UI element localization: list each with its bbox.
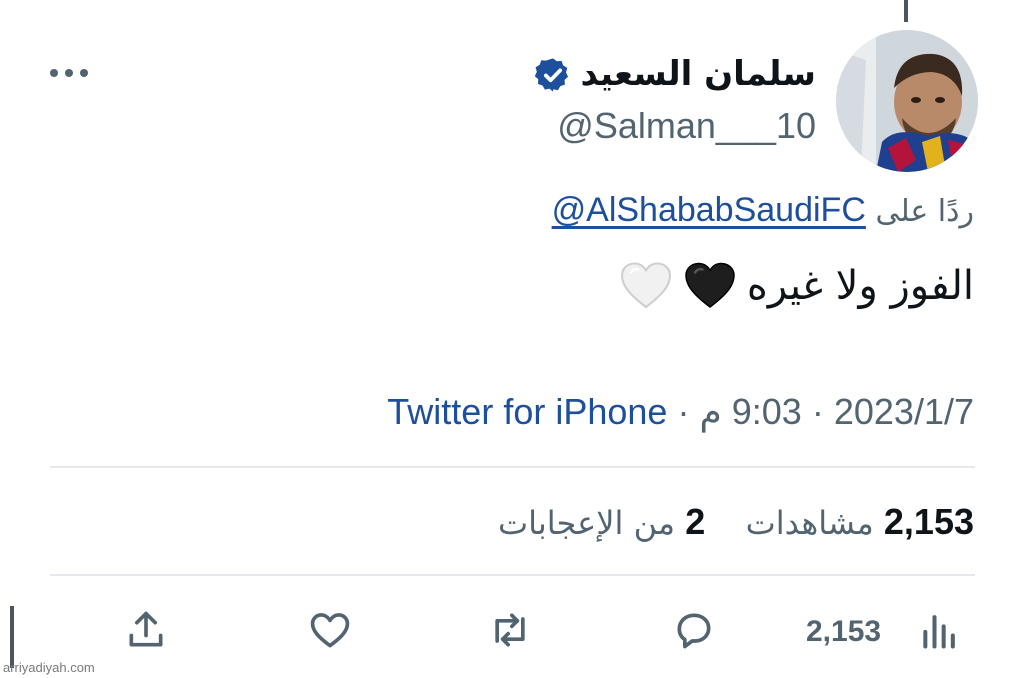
- tweet-metadata: 2023/1/7 · 9:03 م · Twitter for iPhone: [387, 388, 974, 436]
- share-icon[interactable]: [124, 608, 168, 652]
- divider-top: [50, 466, 975, 468]
- views-count: 2,153: [883, 501, 974, 542]
- avatar[interactable]: [836, 30, 978, 172]
- reply-to-handle-link[interactable]: @AlShababSaudiFC: [552, 191, 866, 229]
- watermark: arriyadiyah.com: [3, 660, 95, 675]
- verified-badge-icon: [534, 58, 569, 92]
- black-heart-icon: [685, 262, 735, 308]
- avatar-image: [836, 30, 978, 172]
- meta-separator: ·: [811, 391, 824, 432]
- views-label: مشاهدات: [745, 504, 874, 542]
- more-options-icon[interactable]: [50, 58, 88, 88]
- meta-separator-2: ·: [677, 391, 690, 432]
- tweet-time[interactable]: 9:03 م: [699, 391, 801, 432]
- tweet-detail: سلمان السعيد @Salman___10 ردًا على @AlSh…: [0, 0, 1024, 678]
- retweet-icon[interactable]: [488, 608, 532, 652]
- views-icon[interactable]: [918, 608, 962, 652]
- tweet-text-content: الفوز ولا غيره: [746, 263, 974, 309]
- views-count-action: 2,153: [806, 615, 882, 648]
- reply-prefix: ردًا على: [875, 194, 974, 229]
- likes-label[interactable]: من الإعجابات: [498, 504, 675, 542]
- thread-connector-line: [904, 0, 908, 22]
- divider-bottom: [50, 574, 975, 576]
- tweet-text: الفوز ولا غيره: [619, 256, 974, 316]
- white-heart-icon: [620, 262, 671, 309]
- tweet-source-link[interactable]: Twitter for iPhone: [387, 391, 667, 432]
- likes-count[interactable]: 2: [685, 501, 705, 542]
- tweet-stats: 2,153 مشاهدات 2 من الإعجابات: [498, 498, 974, 547]
- display-name[interactable]: سلمان السعيد: [581, 52, 816, 96]
- like-icon[interactable]: [308, 608, 352, 652]
- left-edge-bar: [10, 606, 14, 668]
- username[interactable]: @Salman___10: [557, 104, 816, 148]
- tweet-date[interactable]: 2023/1/7: [834, 391, 974, 432]
- reply-context: ردًا على @AlShababSaudiFC: [552, 188, 974, 234]
- reply-icon[interactable]: [672, 608, 716, 652]
